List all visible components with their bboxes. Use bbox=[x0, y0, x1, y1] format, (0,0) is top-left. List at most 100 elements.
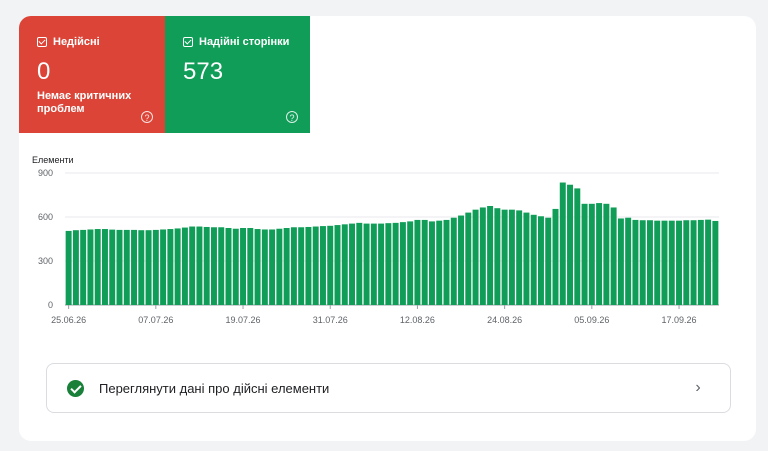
chart-bar[interactable] bbox=[254, 229, 261, 305]
chart-bar[interactable] bbox=[225, 228, 232, 305]
chart-bar[interactable] bbox=[232, 228, 239, 305]
chart-bar[interactable] bbox=[436, 220, 443, 305]
y-tick-label: 900 bbox=[38, 168, 53, 178]
chart-bar[interactable] bbox=[261, 229, 268, 305]
chart-bar[interactable] bbox=[458, 215, 465, 305]
chart-bar[interactable] bbox=[472, 209, 479, 305]
chart-bar[interactable] bbox=[603, 203, 610, 305]
chart-bar[interactable] bbox=[712, 220, 719, 305]
chart-bar[interactable] bbox=[290, 227, 297, 305]
chart-bar[interactable] bbox=[530, 214, 537, 305]
chart-bar[interactable] bbox=[428, 221, 435, 305]
chart-bar[interactable] bbox=[240, 228, 247, 305]
chart-bar[interactable] bbox=[617, 218, 624, 305]
chart-bar[interactable] bbox=[646, 220, 653, 305]
y-tick-label: 0 bbox=[48, 300, 53, 310]
chart-bar[interactable] bbox=[269, 229, 276, 305]
chart-bar[interactable] bbox=[196, 226, 203, 305]
chart-bar[interactable] bbox=[123, 229, 130, 305]
chart-bar[interactable] bbox=[101, 229, 108, 305]
chart-bar[interactable] bbox=[305, 226, 312, 305]
chart-bar[interactable] bbox=[276, 228, 283, 305]
chart-bar[interactable] bbox=[552, 208, 559, 305]
chart-bar[interactable] bbox=[378, 223, 385, 305]
chart-bar[interactable] bbox=[370, 223, 377, 305]
chart-bar[interactable] bbox=[443, 219, 450, 305]
chart-bar[interactable] bbox=[661, 220, 668, 305]
chart-bar[interactable] bbox=[298, 227, 305, 305]
chart-bar[interactable] bbox=[581, 203, 588, 305]
chart-bar[interactable] bbox=[363, 223, 370, 305]
chart-bar[interactable] bbox=[349, 223, 356, 305]
chart-bar[interactable] bbox=[203, 226, 210, 305]
chart-bar[interactable] bbox=[574, 188, 581, 305]
chart-bar[interactable] bbox=[80, 229, 87, 305]
chart-bar[interactable] bbox=[487, 206, 494, 305]
chart-bar[interactable] bbox=[247, 228, 254, 305]
chart-bar[interactable] bbox=[705, 219, 712, 305]
chart-bar[interactable] bbox=[639, 220, 646, 305]
chart-bar[interactable] bbox=[174, 228, 181, 305]
chart-bar[interactable] bbox=[327, 225, 334, 305]
chart-bar[interactable] bbox=[189, 226, 196, 305]
chart-bar[interactable] bbox=[683, 220, 690, 305]
chart-bar[interactable] bbox=[334, 225, 341, 305]
chart-bar[interactable] bbox=[690, 220, 697, 305]
check-circle-icon bbox=[67, 379, 84, 397]
chart-bar[interactable] bbox=[341, 224, 348, 305]
chart-bar[interactable] bbox=[545, 217, 552, 305]
chart-bar[interactable] bbox=[632, 219, 639, 305]
chart-bar[interactable] bbox=[407, 221, 414, 305]
chart-bar[interactable] bbox=[167, 229, 174, 305]
chart-bar[interactable] bbox=[210, 227, 217, 305]
x-tick-label: 05.09.26 bbox=[574, 315, 609, 325]
chart-bar[interactable] bbox=[283, 228, 290, 305]
chart-bar[interactable] bbox=[181, 227, 188, 305]
chart-bar[interactable] bbox=[523, 212, 530, 305]
valid-items-link[interactable]: Переглянути дані про дійсні елементи › bbox=[46, 363, 731, 413]
chart-bar[interactable] bbox=[116, 229, 123, 305]
chart-bar[interactable] bbox=[494, 208, 501, 305]
chart-bar[interactable] bbox=[138, 230, 145, 305]
chart-bar[interactable] bbox=[537, 216, 544, 305]
chart-bar[interactable] bbox=[87, 229, 94, 305]
chart-bar[interactable] bbox=[625, 217, 632, 305]
chart-bar[interactable] bbox=[596, 203, 603, 305]
chart-bar[interactable] bbox=[479, 207, 486, 305]
chart-bar[interactable] bbox=[501, 209, 508, 305]
chart-bar[interactable] bbox=[508, 209, 515, 305]
chart-bar[interactable] bbox=[312, 226, 319, 305]
chart-bar[interactable] bbox=[152, 229, 159, 305]
chart-bar[interactable] bbox=[567, 184, 574, 305]
chart-bar[interactable] bbox=[94, 229, 101, 305]
chart-bar[interactable] bbox=[109, 229, 116, 305]
chart-bar[interactable] bbox=[676, 220, 683, 305]
chart-bar[interactable] bbox=[465, 212, 472, 305]
chart-bar[interactable] bbox=[131, 229, 138, 305]
chart-bar[interactable] bbox=[392, 222, 399, 305]
x-tick-label: 19.07.26 bbox=[226, 315, 261, 325]
y-tick-label: 600 bbox=[38, 212, 53, 222]
chart-bar[interactable] bbox=[516, 210, 523, 305]
chart-bar[interactable] bbox=[588, 203, 595, 305]
chart-bar[interactable] bbox=[356, 222, 363, 305]
valid-items-link-label: Переглянути дані про дійсні елементи bbox=[99, 380, 330, 396]
chart-bar[interactable] bbox=[414, 219, 421, 305]
chart-bar[interactable] bbox=[72, 230, 79, 305]
chart-bar[interactable] bbox=[610, 207, 617, 305]
chart-bar[interactable] bbox=[668, 220, 675, 305]
chart-bar[interactable] bbox=[65, 230, 72, 305]
chart-bar[interactable] bbox=[559, 182, 566, 305]
chart-bar[interactable] bbox=[421, 219, 428, 305]
chart-bar[interactable] bbox=[399, 222, 406, 305]
chart-bar[interactable] bbox=[385, 223, 392, 305]
chart-bar[interactable] bbox=[654, 220, 661, 305]
chart-bar[interactable] bbox=[145, 230, 152, 305]
chart-bar[interactable] bbox=[450, 217, 457, 305]
chevron-right-icon[interactable]: › bbox=[688, 378, 708, 398]
x-tick-label: 25.06.26 bbox=[51, 315, 86, 325]
chart-bar[interactable] bbox=[697, 219, 704, 305]
chart-bar[interactable] bbox=[319, 226, 326, 305]
chart-bar[interactable] bbox=[218, 227, 225, 305]
chart-bar[interactable] bbox=[160, 229, 167, 305]
